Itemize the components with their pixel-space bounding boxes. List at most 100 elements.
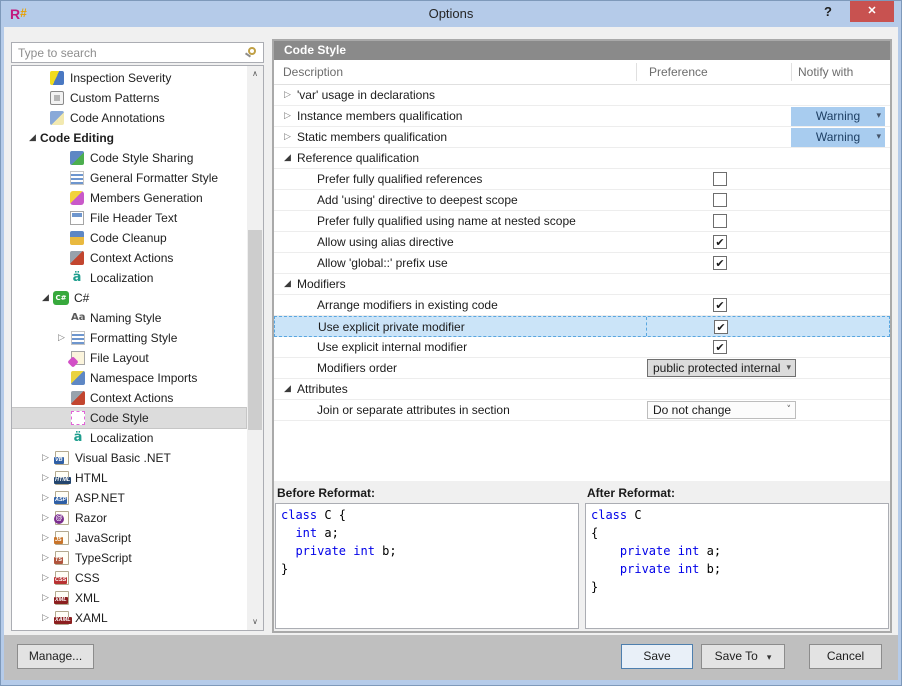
scroll-down-icon[interactable]: ∨ bbox=[247, 614, 263, 630]
checkbox-allow-using-alias-directive[interactable]: ✔ bbox=[713, 235, 727, 249]
option-row-prefer-fully-qualified-using-name-at-nested-scope[interactable]: Prefer fully qualified using name at nes… bbox=[274, 211, 890, 232]
checkbox-use-explicit-private-modifier[interactable]: ✔ bbox=[714, 320, 728, 334]
option-row-modifiers[interactable]: ◢Modifiers bbox=[274, 274, 890, 295]
option-row-allow-global-prefix-use[interactable]: Allow 'global::' prefix use✔ bbox=[274, 253, 890, 274]
tree-item-file-layout[interactable]: File Layout bbox=[12, 348, 246, 368]
scroll-up-icon[interactable]: ∧ bbox=[247, 66, 263, 82]
manage-button[interactable]: Manage... bbox=[17, 644, 94, 669]
expand-arrow-icon[interactable]: ▷ bbox=[58, 328, 65, 348]
expand-arrow-icon[interactable]: ▷ bbox=[42, 548, 49, 568]
code-line: } bbox=[591, 578, 883, 596]
tree-item-javascript[interactable]: ▷JSJavaScript bbox=[12, 528, 246, 548]
tree-item-typescript[interactable]: ▷TSTypeScript bbox=[12, 548, 246, 568]
expand-arrow-icon[interactable]: ▷ bbox=[42, 568, 49, 588]
checkbox-prefer-fully-qualified-using-name-at-nested-scope[interactable] bbox=[713, 214, 727, 228]
tree-item-visual-basic-net[interactable]: ▷VBVisual Basic .NET bbox=[12, 448, 246, 468]
collapse-arrow-icon[interactable]: ◢ bbox=[42, 288, 49, 308]
dropdown-join-or-separate-attributes-in-section[interactable]: Do not change˅ bbox=[647, 401, 796, 419]
expand-arrow-icon[interactable]: ▷ bbox=[42, 588, 49, 608]
help-button[interactable]: ? bbox=[818, 4, 838, 24]
tree-item-label: Context Actions bbox=[90, 388, 173, 408]
dropdown-modifiers-order[interactable]: public protected internal▾ bbox=[647, 359, 796, 377]
checkbox-prefer-fully-qualified-references[interactable] bbox=[713, 172, 727, 186]
save-to-button[interactable]: Save To▾ bbox=[701, 644, 785, 669]
file-header-text-icon bbox=[70, 211, 84, 225]
option-row-use-explicit-private-modifier[interactable]: Use explicit private modifier✔ bbox=[274, 316, 890, 337]
option-label: Reference qualification bbox=[297, 148, 419, 168]
option-row-static-members-qualification[interactable]: ▷Static members qualificationWarning▾ bbox=[274, 127, 890, 148]
option-row-use-explicit-internal-modifier[interactable]: Use explicit internal modifier✔ bbox=[274, 337, 890, 358]
file-asp-icon: ASP bbox=[55, 491, 69, 505]
expand-arrow-icon[interactable]: ▷ bbox=[42, 528, 49, 548]
option-row-prefer-fully-qualified-references[interactable]: Prefer fully qualified references bbox=[274, 169, 890, 190]
tree-item-localization[interactable]: äLocalization bbox=[12, 428, 246, 448]
tree-item-css[interactable]: ▷CSSCSS bbox=[12, 568, 246, 588]
tree-item-custom-patterns[interactable]: Custom Patterns bbox=[12, 88, 246, 108]
tree-item-localization[interactable]: äLocalization bbox=[12, 268, 246, 288]
expand-arrow-icon[interactable]: ▷ bbox=[42, 608, 49, 628]
tree-item-code-style-sharing[interactable]: Code Style Sharing bbox=[12, 148, 246, 168]
option-row-modifiers-order[interactable]: Modifiers orderpublic protected internal… bbox=[274, 358, 890, 379]
option-row-var-usage-in-declarations[interactable]: ▷ 'var' usage in declarations bbox=[274, 85, 890, 106]
option-row-attributes[interactable]: ◢ Attributes bbox=[274, 379, 890, 400]
close-button[interactable]: ✕ bbox=[850, 1, 894, 22]
expand-arrow-icon[interactable]: ▷ bbox=[42, 508, 49, 528]
tree-item-label: JavaScript bbox=[75, 528, 131, 548]
expand-row-arrow-icon[interactable]: ▷ bbox=[284, 127, 291, 147]
tree-item-xml[interactable]: ▷XMLXML bbox=[12, 588, 246, 608]
option-row-reference-qualification[interactable]: ◢ Reference qualification bbox=[274, 148, 890, 169]
checkbox-allow-global-prefix-use[interactable]: ✔ bbox=[713, 256, 727, 270]
tree-item-xaml[interactable]: ▷XAMLXAML bbox=[12, 608, 246, 628]
cancel-button[interactable]: Cancel bbox=[809, 644, 882, 669]
tree-item-label: Formatting Style bbox=[90, 328, 177, 348]
tree-item-c[interactable]: ◢C#C# bbox=[12, 288, 246, 308]
tree-item-members-generation[interactable]: Members Generation bbox=[12, 188, 246, 208]
tree-item-code-editing[interactable]: ◢Code Editing bbox=[12, 128, 246, 148]
code-line: class C bbox=[591, 506, 883, 524]
option-label: 'var' usage in declarations bbox=[297, 85, 435, 105]
tree-item-code-annotations[interactable]: Code Annotations bbox=[12, 108, 246, 128]
collapse-row-arrow-icon[interactable]: ◢ bbox=[284, 274, 291, 294]
tree-item-general-formatter-style[interactable]: General Formatter Style bbox=[12, 168, 246, 188]
tree-item-namespace-imports[interactable]: Namespace Imports bbox=[12, 368, 246, 388]
option-row-allow-using-alias-directive[interactable]: Allow using alias directive✔ bbox=[274, 232, 890, 253]
checkbox-arrange-modifiers-in-existing-code[interactable]: ✔ bbox=[713, 298, 727, 312]
tree-item-label: Code Style bbox=[90, 408, 149, 428]
tree-item-context-actions[interactable]: Context Actions bbox=[12, 388, 246, 408]
tree-item-naming-style[interactable]: AaNaming Style bbox=[12, 308, 246, 328]
search-input[interactable] bbox=[12, 43, 263, 62]
notify-dropdown-static-members-qualification[interactable]: Warning▾ bbox=[791, 128, 885, 147]
table-header: Description Preference Notify with bbox=[274, 60, 890, 85]
expand-arrow-icon[interactable]: ▷ bbox=[42, 448, 49, 468]
expand-row-arrow-icon[interactable]: ▷ bbox=[284, 106, 291, 126]
option-row-instance-members-qualification[interactable]: ▷Instance members qualificationWarning▾ bbox=[274, 106, 890, 127]
collapse-arrow-icon[interactable]: ◢ bbox=[29, 128, 36, 148]
tree-item-formatting-style[interactable]: ▷ Formatting Style bbox=[12, 328, 246, 348]
checkbox-add-using-directive-to-deepest-scope[interactable] bbox=[713, 193, 727, 207]
tree-item-file-header-text[interactable]: File Header Text bbox=[12, 208, 246, 228]
tree-scrollbar[interactable]: ∧ ∨ bbox=[247, 66, 263, 630]
tree-item-razor[interactable]: ▷@Razor bbox=[12, 508, 246, 528]
collapse-row-arrow-icon[interactable]: ◢ bbox=[284, 379, 291, 399]
tree-item-code-style[interactable]: Code Style bbox=[12, 408, 246, 428]
option-row-join-or-separate-attributes-in-section[interactable]: Join or separate attributes in sectionDo… bbox=[274, 400, 890, 421]
save-button[interactable]: Save bbox=[621, 644, 693, 669]
option-row-arrange-modifiers-in-existing-code[interactable]: Arrange modifiers in existing code✔ bbox=[274, 295, 890, 316]
tree-item-label: General Formatter Style bbox=[90, 168, 218, 188]
option-label: Attributes bbox=[297, 379, 348, 399]
tree-item-context-actions[interactable]: Context Actions bbox=[12, 248, 246, 268]
notify-dropdown-instance-members-qualification[interactable]: Warning▾ bbox=[791, 107, 885, 126]
option-row-add-using-directive-to-deepest-scope[interactable]: Add 'using' directive to deepest scope bbox=[274, 190, 890, 211]
expand-row-arrow-icon[interactable]: ▷ bbox=[284, 85, 291, 105]
tree-item-asp-net[interactable]: ▷ASPASP.NET bbox=[12, 488, 246, 508]
tree-item-code-cleanup[interactable]: Code Cleanup bbox=[12, 228, 246, 248]
expand-arrow-icon[interactable]: ▷ bbox=[42, 488, 49, 508]
option-label: Prefer fully qualified using name at nes… bbox=[317, 211, 576, 231]
checkbox-use-explicit-internal-modifier[interactable]: ✔ bbox=[713, 340, 727, 354]
title-bar: R# Options ? ✕ bbox=[1, 1, 901, 27]
tree-item-html[interactable]: ▷HTMLHTML bbox=[12, 468, 246, 488]
scrollbar-thumb[interactable] bbox=[248, 230, 262, 430]
collapse-row-arrow-icon[interactable]: ◢ bbox=[284, 148, 291, 168]
tree-item-inspection-severity[interactable]: Inspection Severity bbox=[12, 68, 246, 88]
expand-arrow-icon[interactable]: ▷ bbox=[42, 468, 49, 488]
